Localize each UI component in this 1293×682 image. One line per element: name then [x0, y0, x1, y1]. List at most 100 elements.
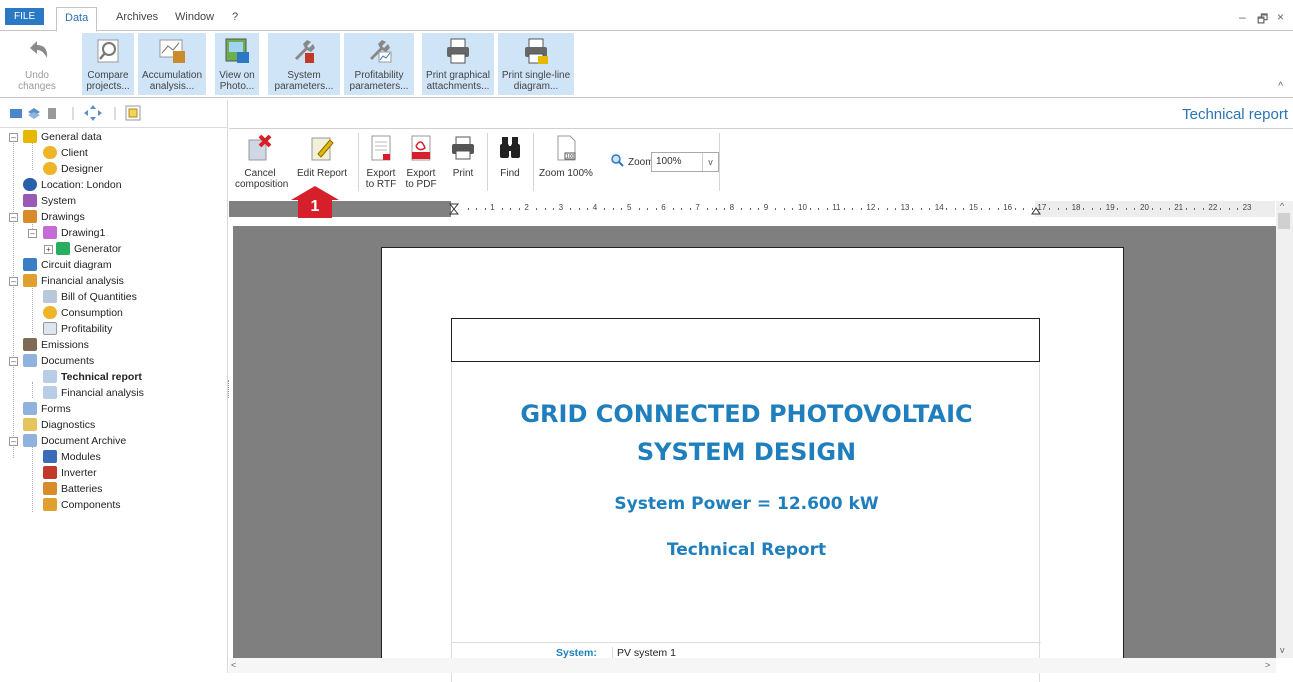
expand-toggle[interactable]: –: [9, 213, 18, 222]
view-photo-label-2: Photo...: [219, 81, 255, 92]
move-arrows-icon[interactable]: [84, 105, 102, 121]
ruler-number: 3: [558, 203, 564, 212]
vertical-scrollbar[interactable]: ^ v: [1276, 201, 1293, 658]
pdf-icon: [411, 135, 431, 161]
edit-report-button[interactable]: Edit Report: [291, 132, 353, 179]
tree-item-financial-analysis-doc[interactable]: Financial analysis: [43, 385, 144, 401]
tree-item-client[interactable]: Client: [43, 145, 88, 161]
tree-item-inverter[interactable]: Inverter: [43, 465, 97, 481]
tree-item-location[interactable]: Location: London: [23, 177, 122, 193]
print-graphical-button[interactable]: Print graphical attachments...: [422, 33, 494, 95]
print-single-line-button[interactable]: Print single-line diagram...: [498, 33, 574, 95]
ruler-tick: [826, 208, 828, 210]
print-button[interactable]: Print: [445, 132, 481, 179]
horizontal-scrollbar[interactable]: < >: [229, 658, 1276, 673]
expand-toggle[interactable]: +: [44, 245, 53, 254]
tree-item-system[interactable]: System: [23, 193, 76, 209]
accumulation-analysis-button[interactable]: Accumulation analysis...: [138, 33, 206, 95]
ruler-tick: [1014, 208, 1016, 210]
view-on-photo-button[interactable]: View on Photo...: [215, 33, 259, 95]
compare-label-2: projects...: [86, 81, 130, 92]
tree-item-document-archive[interactable]: Document Archive: [23, 433, 126, 449]
print-graphical-label-1: Print graphical: [426, 70, 490, 81]
tree-item-consumption[interactable]: Consumption: [43, 305, 123, 321]
system-parameters-button[interactable]: System parameters...: [268, 33, 340, 95]
restore-icon[interactable]: 🗗: [1257, 10, 1268, 31]
scroll-down-icon[interactable]: v: [1280, 645, 1285, 655]
open-folder-icon[interactable]: [9, 107, 23, 120]
document-stack-icon[interactable]: [45, 107, 59, 120]
drawings-icon: [23, 210, 37, 223]
splitter-grip[interactable]: [228, 380, 230, 398]
document-viewport[interactable]: GRID CONNECTED PHOTOVOLTAIC SYSTEM DESIG…: [233, 226, 1276, 682]
printer-icon: [452, 136, 474, 160]
scroll-up-icon[interactable]: ^: [1280, 201, 1284, 211]
undo-button[interactable]: Undo changes: [6, 33, 68, 95]
view-photo-label-1: View on: [219, 70, 255, 81]
ruler-number: 16: [1003, 203, 1013, 212]
tree-item-batteries[interactable]: Batteries: [43, 481, 102, 497]
frame-icon[interactable]: [125, 105, 141, 121]
expand-toggle[interactable]: –: [9, 133, 18, 142]
edit-doc-icon: [311, 137, 334, 161]
export-rtf-button[interactable]: Export to RTF: [363, 132, 399, 190]
export-pdf-button[interactable]: Export to PDF: [403, 132, 439, 190]
tree-item-components[interactable]: Components: [43, 497, 121, 513]
magnifier-icon: [97, 39, 119, 63]
tree-item-drawing1[interactable]: Drawing1: [43, 225, 105, 241]
tree-item-circuit-diagram[interactable]: Circuit diagram: [23, 257, 112, 273]
drawing-icon: [43, 226, 57, 239]
tree-item-financial-analysis[interactable]: Financial analysis: [23, 273, 124, 289]
tree-item-emissions[interactable]: Emissions: [23, 337, 89, 353]
circuit-icon: [23, 258, 37, 271]
ruler-number: 6: [661, 203, 666, 212]
tree-item-profitability[interactable]: Profitability: [43, 321, 112, 337]
collapse-ribbon-icon[interactable]: ^: [1278, 81, 1283, 92]
horizontal-ruler[interactable]: 1 2 3 4 5 6 7 8 9 10 11 12 13 14 15 16 17 18 19 20 21 22 23: [229, 201, 1275, 217]
indent-marker-icon[interactable]: [449, 203, 459, 215]
expand-toggle[interactable]: –: [9, 437, 18, 446]
compare-projects-button[interactable]: Compare projects...: [82, 33, 134, 95]
ruler-tick: [1023, 208, 1025, 210]
scroll-left-icon[interactable]: <: [231, 660, 236, 670]
inverter-icon: [43, 466, 57, 479]
ruler-tick: [689, 208, 691, 210]
tree-item-generator[interactable]: Generator: [56, 241, 121, 257]
expand-toggle[interactable]: –: [9, 277, 18, 286]
find-button[interactable]: Find: [491, 132, 529, 179]
layers-icon[interactable]: [27, 107, 41, 120]
cancel-composition-button[interactable]: Cancel composition: [235, 132, 288, 190]
expand-toggle[interactable]: –: [9, 357, 18, 366]
menu-archives[interactable]: Archives: [108, 7, 166, 30]
ruler-tick: [792, 208, 794, 210]
close-icon[interactable]: ×: [1277, 10, 1284, 24]
zoom-100-button[interactable]: 100 Zoom 100%: [537, 132, 595, 179]
profitability-parameters-button[interactable]: Profitability parameters...: [344, 33, 414, 95]
menu-window[interactable]: Window: [167, 7, 222, 30]
scroll-right-icon[interactable]: >: [1265, 660, 1270, 670]
menu-help[interactable]: ?: [224, 7, 246, 30]
tree-item-designer[interactable]: Designer: [43, 161, 103, 177]
ruler-number: 4: [592, 203, 598, 212]
minimize-icon[interactable]: –: [1239, 10, 1246, 24]
ruler-number: 22: [1208, 203, 1218, 212]
expand-toggle[interactable]: –: [28, 229, 37, 238]
menu-file[interactable]: FILE: [5, 8, 45, 25]
tree-item-documents[interactable]: Documents: [23, 353, 94, 369]
tree-item-general-data[interactable]: General data: [23, 129, 102, 145]
menu-data[interactable]: Data: [56, 7, 98, 32]
tree-item-bill-of-quantities[interactable]: Bill of Quantities: [43, 289, 137, 305]
zoom-select[interactable]: 100% v: [651, 152, 719, 172]
tree-item-drawings[interactable]: Drawings: [23, 209, 85, 225]
ruler-tick: [758, 208, 760, 210]
chevron-down-icon[interactable]: v: [702, 153, 718, 171]
scrollbar-thumb[interactable]: [1278, 213, 1290, 229]
tree-item-diagnostics[interactable]: Diagnostics: [23, 417, 95, 433]
tree-item-forms[interactable]: Forms: [23, 401, 71, 417]
bulb-icon: [43, 306, 57, 319]
accumulation-label-1: Accumulation: [141, 70, 203, 81]
report-title-line-1: GRID CONNECTED PHOTOVOLTAIC: [520, 400, 973, 428]
ruler-number: 19: [1105, 203, 1115, 212]
tree-item-technical-report[interactable]: Technical report: [43, 369, 142, 385]
tree-item-modules[interactable]: Modules: [43, 449, 101, 465]
